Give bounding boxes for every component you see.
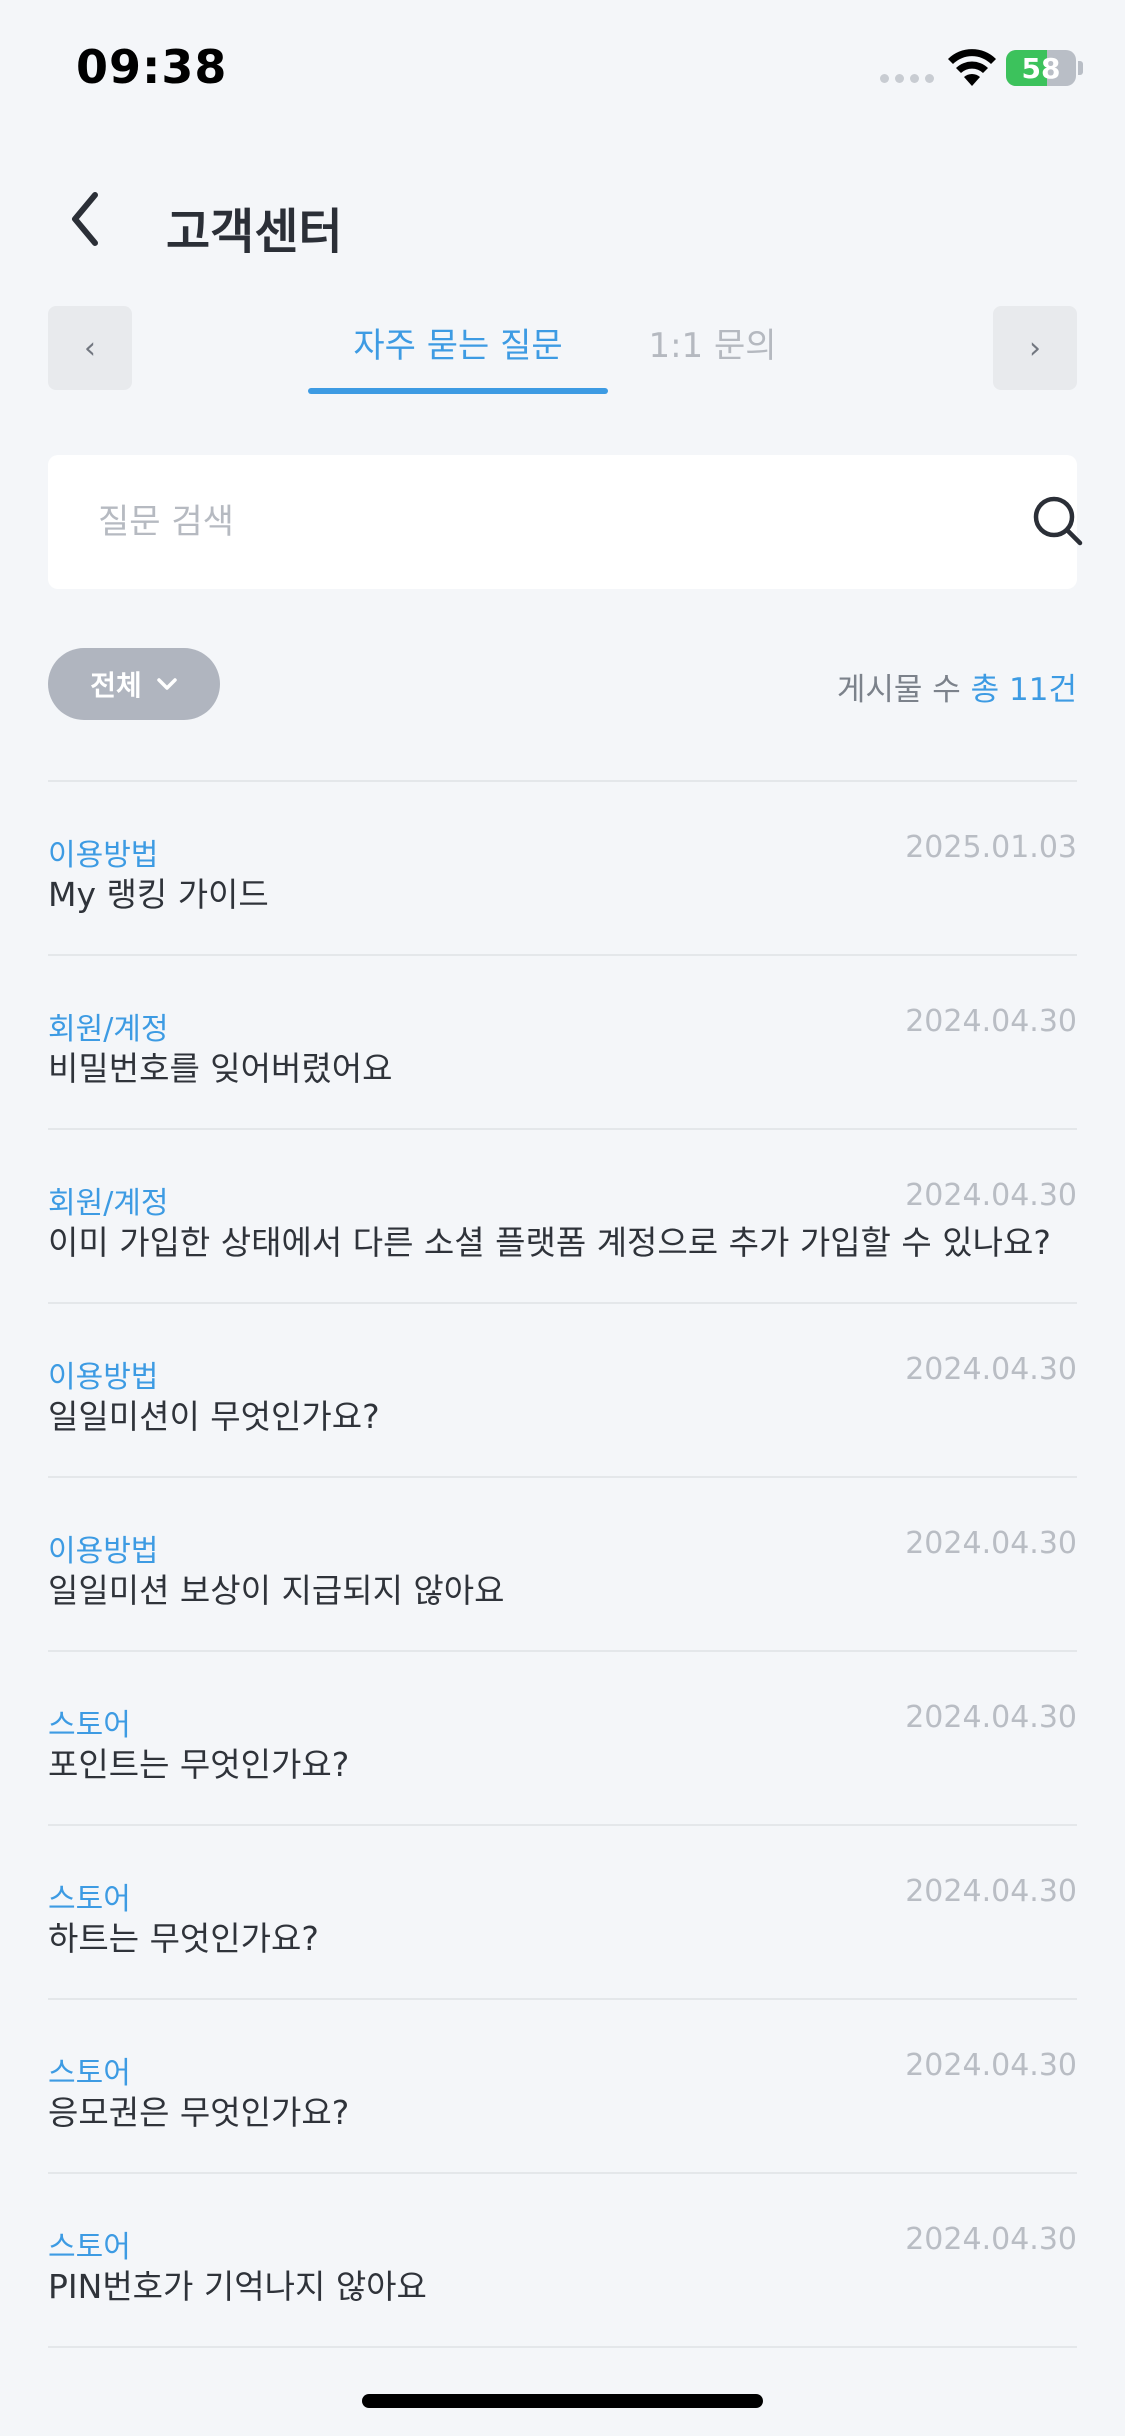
search-input[interactable] [96, 491, 960, 553]
faq-question: PIN번호가 기억나지 않아요 [48, 2267, 427, 2306]
faq-list-item[interactable]: 스토어 2024.04.30 포인트는 무엇인가요? [48, 1652, 1077, 1826]
faq-date: 2024.04.30 [905, 1526, 1077, 1561]
tab-bar: ‹ 자주 묻는 질문 1:1 문의 › [0, 300, 1125, 400]
faq-question: 비밀번호를 잊어버렸어요 [48, 1049, 393, 1088]
faq-list-item[interactable]: 이용방법 2025.01.03 My 랭킹 가이드 [48, 782, 1077, 956]
cellular-signal-icon [880, 74, 934, 83]
faq-question: 포인트는 무엇인가요? [48, 1745, 350, 1784]
faq-question: 일일미션이 무엇인가요? [48, 1397, 380, 1436]
home-indicator[interactable] [362, 2394, 763, 2408]
tab-next-button[interactable]: › [993, 306, 1077, 390]
tab-inquiry[interactable]: 1:1 문의 [640, 318, 785, 394]
faq-date: 2024.04.30 [905, 1004, 1077, 1039]
page-title: 고객센터 [166, 204, 343, 260]
faq-date: 2025.01.03 [905, 830, 1077, 865]
faq-question: 일일미션 보상이 지급되지 않아요 [48, 1571, 505, 1610]
battery-percentage: 58 [1021, 51, 1061, 85]
filter-label: 전체 [90, 669, 142, 702]
post-count-value: 총 11건 [970, 672, 1077, 708]
active-tab-indicator [308, 388, 608, 394]
chevron-down-icon [157, 678, 177, 690]
tab-prev-button[interactable]: ‹ [48, 306, 132, 390]
post-count-label: 게시물 수 [836, 672, 961, 708]
faq-date: 2024.04.30 [905, 1700, 1077, 1735]
battery-icon: 58 [1006, 50, 1076, 86]
faq-date: 2024.04.30 [905, 2222, 1077, 2257]
faq-date: 2024.04.30 [905, 1178, 1077, 1213]
faq-list-item[interactable]: 이용방법 2024.04.30 일일미션이 무엇인가요? [48, 1304, 1077, 1478]
faq-list-item[interactable]: 스토어 2024.04.30 PIN번호가 기억나지 않아요 [48, 2174, 1077, 2348]
back-button[interactable] [52, 184, 116, 254]
category-filter-dropdown[interactable]: 전체 [48, 648, 220, 720]
search-box [48, 455, 1083, 589]
faq-list: 이용방법 2025.01.03 My 랭킹 가이드 회원/계정 2024.04.30 비밀… [48, 780, 1077, 2348]
faq-date: 2024.04.30 [905, 1874, 1077, 1909]
post-count: 게시물 수 총 11건 [837, 664, 1077, 709]
tab-faq[interactable]: 자주 묻는 질문 [308, 318, 608, 394]
faq-list-item[interactable]: 스토어 2024.04.30 응모권은 무엇인가요? [48, 2000, 1077, 2174]
faq-question: My 랭킹 가이드 [48, 875, 269, 914]
wifi-icon [948, 49, 996, 86]
chevron-left-icon [72, 192, 98, 246]
faq-question: 이미 가입한 상태에서 다른 소셜 플랫폼 계정으로 추가 가입할 수 있나요? [48, 1223, 1051, 1262]
faq-list-item[interactable]: 회원/계정 2024.04.30 이미 가입한 상태에서 다른 소셜 플랫폼 계정으… [48, 1130, 1077, 1304]
faq-date: 2024.04.30 [905, 2048, 1077, 2083]
faq-list-item[interactable]: 스토어 2024.04.30 하트는 무엇인가요? [48, 1826, 1077, 2000]
faq-list-item[interactable]: 이용방법 2024.04.30 일일미션 보상이 지급되지 않아요 [48, 1478, 1077, 1652]
faq-list-item[interactable]: 회원/계정 2024.04.30 비밀번호를 잊어버렸어요 [48, 956, 1077, 1130]
faq-date: 2024.04.30 [905, 1352, 1077, 1387]
header: 고객센터 [0, 170, 1125, 270]
faq-question: 응모권은 무엇인가요? [48, 2093, 350, 2132]
status-time: 09:38 [76, 40, 228, 94]
battery-cap [1078, 61, 1083, 75]
faq-question: 하트는 무엇인가요? [48, 1919, 319, 1958]
search-icon[interactable] [1030, 493, 1086, 549]
status-bar: 09:38 58 [0, 0, 1125, 140]
